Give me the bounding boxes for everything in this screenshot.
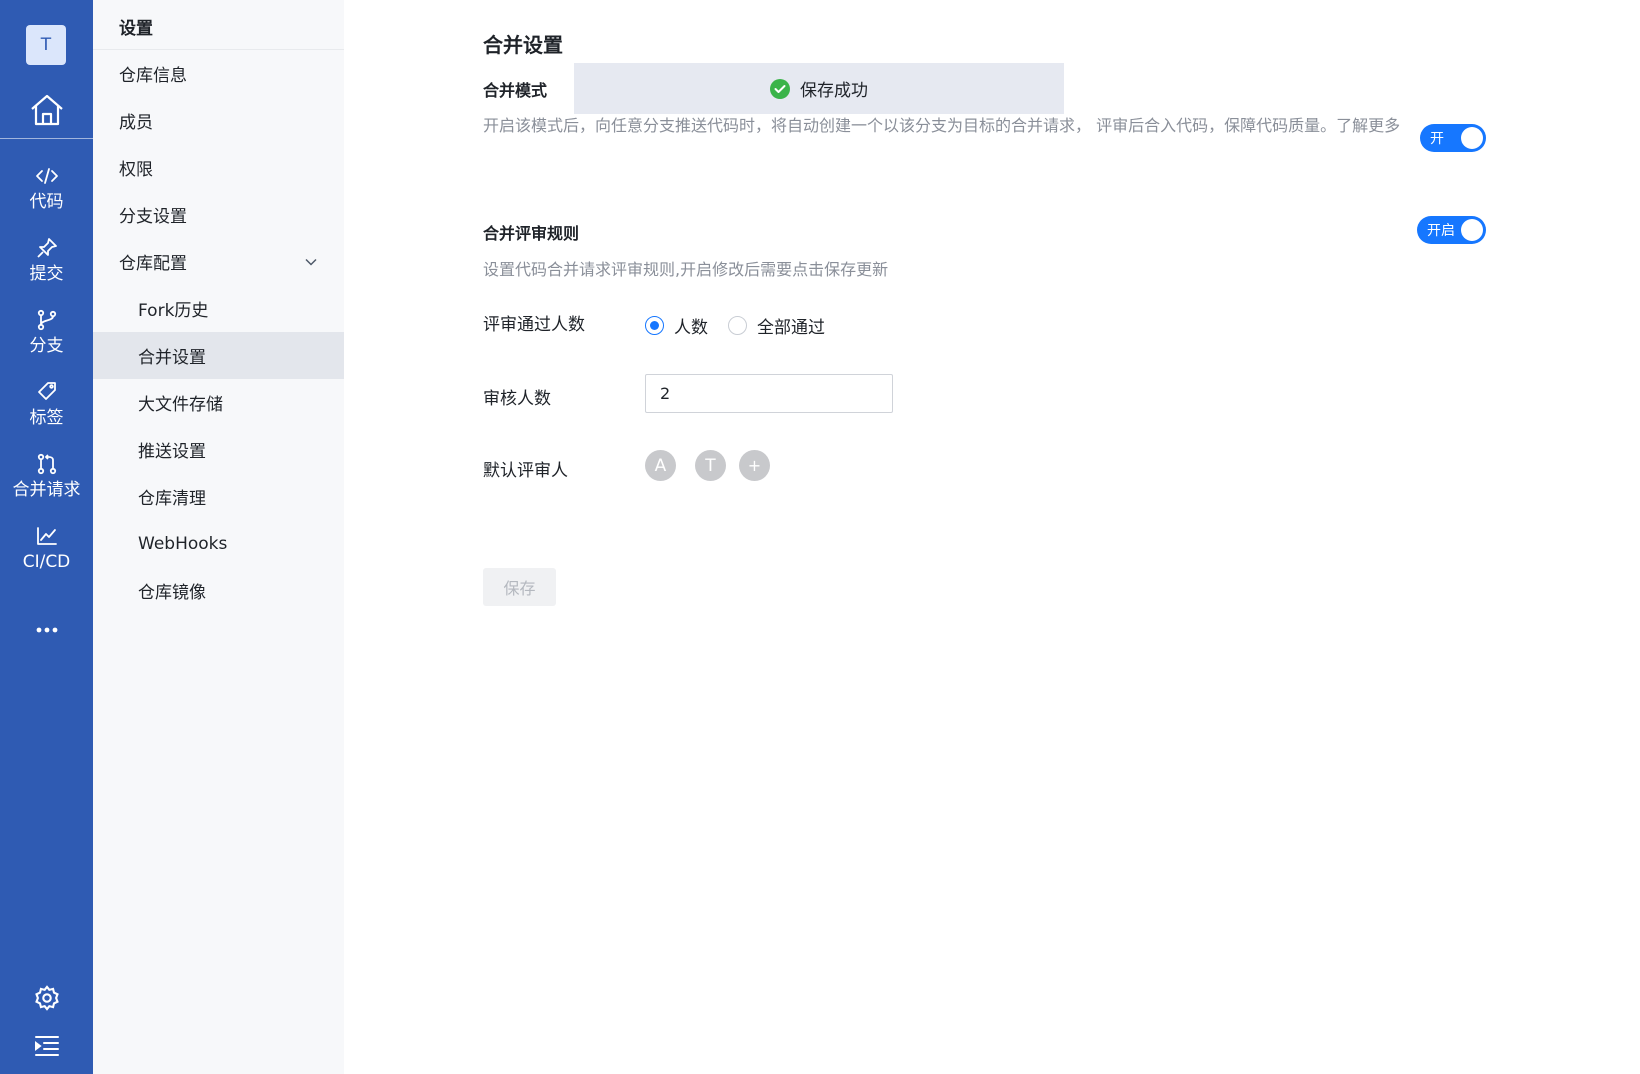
rail-item-label: 提交 bbox=[29, 264, 64, 284]
sidebar-item-label: 合并设置 bbox=[138, 348, 206, 368]
rail-item-label: 分支 bbox=[29, 336, 64, 356]
sidebar-item-repo-mirror[interactable]: 仓库镜像 bbox=[93, 567, 344, 614]
rail-item-label: 标签 bbox=[29, 408, 64, 428]
chart-line-icon bbox=[36, 527, 57, 545]
reviewer-count-input[interactable] bbox=[645, 374, 893, 413]
nav-rail: T 代码 提交 分支 标签 合并请求 CI/CD bbox=[0, 0, 93, 1074]
pin-icon bbox=[36, 238, 57, 258]
review-rules-toggle[interactable]: 开启 bbox=[1417, 216, 1486, 244]
review-rules-title: 合并评审规则 bbox=[483, 224, 580, 243]
save-button[interactable]: 保存 bbox=[483, 568, 556, 606]
toggle-knob bbox=[1461, 127, 1483, 149]
rail-item-cicd[interactable]: CI/CD bbox=[0, 524, 93, 586]
settings-sidebar: 设置 仓库信息 成员 权限 分支设置 仓库配置 Fork历史 合并设置 大文件存… bbox=[93, 0, 344, 1074]
pass-count-label: 评审通过人数 bbox=[483, 315, 585, 335]
sidebar-item-fork-history[interactable]: Fork历史 bbox=[93, 285, 344, 332]
toggle-label: 开启 bbox=[1427, 223, 1455, 239]
rail-item-branch[interactable]: 分支 bbox=[0, 308, 93, 370]
rail-item-tag[interactable]: 标签 bbox=[0, 380, 93, 442]
branch-icon bbox=[37, 309, 56, 331]
radio-circle bbox=[728, 316, 747, 335]
default-reviewers-list: A T + bbox=[645, 450, 770, 481]
more-icon[interactable] bbox=[0, 617, 93, 643]
merge-mode-title: 合并模式 bbox=[483, 81, 548, 100]
rail-item-code[interactable]: 代码 bbox=[0, 164, 93, 226]
sidebar-item-repo-config[interactable]: 仓库配置 bbox=[93, 238, 344, 285]
sidebar-item-label: 大文件存储 bbox=[138, 395, 223, 415]
rail-divider bbox=[0, 138, 93, 139]
default-reviewers-label: 默认评审人 bbox=[483, 461, 568, 481]
main-content: 合并设置 合并模式 保存成功 开启该模式后，向任意分支推送代码时，将自动创建一个… bbox=[344, 0, 1640, 1074]
toggle-label: 开 bbox=[1430, 131, 1444, 147]
sidebar-item-members[interactable]: 成员 bbox=[93, 97, 344, 144]
sidebar-item-repo-cleanup[interactable]: 仓库清理 bbox=[93, 473, 344, 520]
sidebar-item-label: 仓库信息 bbox=[119, 66, 187, 86]
sidebar-item-repo-info[interactable]: 仓库信息 bbox=[93, 50, 344, 97]
sidebar-item-permissions[interactable]: 权限 bbox=[93, 144, 344, 191]
sidebar-item-label: 推送设置 bbox=[138, 442, 206, 462]
check-circle-icon bbox=[770, 78, 790, 99]
toast-text: 保存成功 bbox=[800, 81, 868, 101]
rail-item-commit[interactable]: 提交 bbox=[0, 236, 93, 298]
reviewer-count-label: 审核人数 bbox=[483, 389, 551, 409]
sidebar-item-push-settings[interactable]: 推送设置 bbox=[93, 426, 344, 473]
sidebar-item-label: 仓库镜像 bbox=[138, 583, 206, 603]
radio-label: 人数 bbox=[674, 318, 708, 338]
sidebar-item-branch-settings[interactable]: 分支设置 bbox=[93, 191, 344, 238]
home-icon[interactable] bbox=[29, 93, 65, 127]
radio-all-pass[interactable]: 全部通过 bbox=[728, 313, 825, 338]
review-rules-description: 设置代码合并请求评审规则,开启修改后需要点击保存更新 bbox=[483, 260, 889, 279]
sidebar-item-webhooks[interactable]: WebHooks bbox=[93, 520, 344, 567]
code-icon bbox=[35, 168, 58, 184]
radio-count[interactable]: 人数 bbox=[645, 313, 708, 338]
reviewer-avatar[interactable]: A bbox=[645, 450, 676, 481]
sidebar-item-merge-settings[interactable]: 合并设置 bbox=[93, 332, 344, 379]
reviewer-avatar[interactable]: T bbox=[695, 450, 726, 481]
radio-label: 全部通过 bbox=[757, 318, 825, 338]
gear-icon[interactable] bbox=[33, 984, 61, 1012]
avatar[interactable]: T bbox=[26, 25, 66, 65]
merge-mode-description: 开启该模式后，向任意分支推送代码时，将自动创建一个以该分支为目标的合并请求， 评… bbox=[483, 116, 1401, 135]
sidebar-item-label: 分支设置 bbox=[119, 207, 187, 227]
sidebar-item-label: WebHooks bbox=[138, 533, 228, 554]
tag-icon bbox=[37, 382, 56, 400]
sidebar-item-label: 成员 bbox=[119, 113, 153, 133]
merge-mode-toggle[interactable]: 开 bbox=[1420, 124, 1486, 152]
success-toast: 保存成功 bbox=[574, 63, 1064, 114]
rail-item-label: CI/CD bbox=[22, 552, 71, 572]
menu-collapse-icon[interactable] bbox=[33, 1034, 61, 1058]
rail-item-label: 合并请求 bbox=[12, 480, 81, 500]
chevron-down-icon bbox=[305, 258, 317, 266]
sidebar-item-label: 权限 bbox=[119, 160, 153, 180]
sidebar-item-label: Fork历史 bbox=[138, 301, 209, 321]
radio-circle-selected bbox=[645, 316, 664, 335]
sidebar-item-label: 仓库配置 bbox=[119, 254, 187, 274]
toggle-knob bbox=[1461, 219, 1483, 241]
add-reviewer-button[interactable]: + bbox=[739, 450, 770, 481]
sidebar-item-label: 仓库清理 bbox=[138, 489, 206, 509]
rail-item-label: 代码 bbox=[29, 192, 64, 212]
sidebar-title: 设置 bbox=[119, 19, 153, 39]
merge-request-icon bbox=[37, 453, 56, 475]
page-title: 合并设置 bbox=[483, 33, 563, 57]
sidebar-item-large-file-storage[interactable]: 大文件存储 bbox=[93, 379, 344, 426]
pass-mode-radio-group: 人数 全部通过 bbox=[645, 313, 845, 338]
rail-item-merge-request[interactable]: 合并请求 bbox=[0, 452, 93, 514]
